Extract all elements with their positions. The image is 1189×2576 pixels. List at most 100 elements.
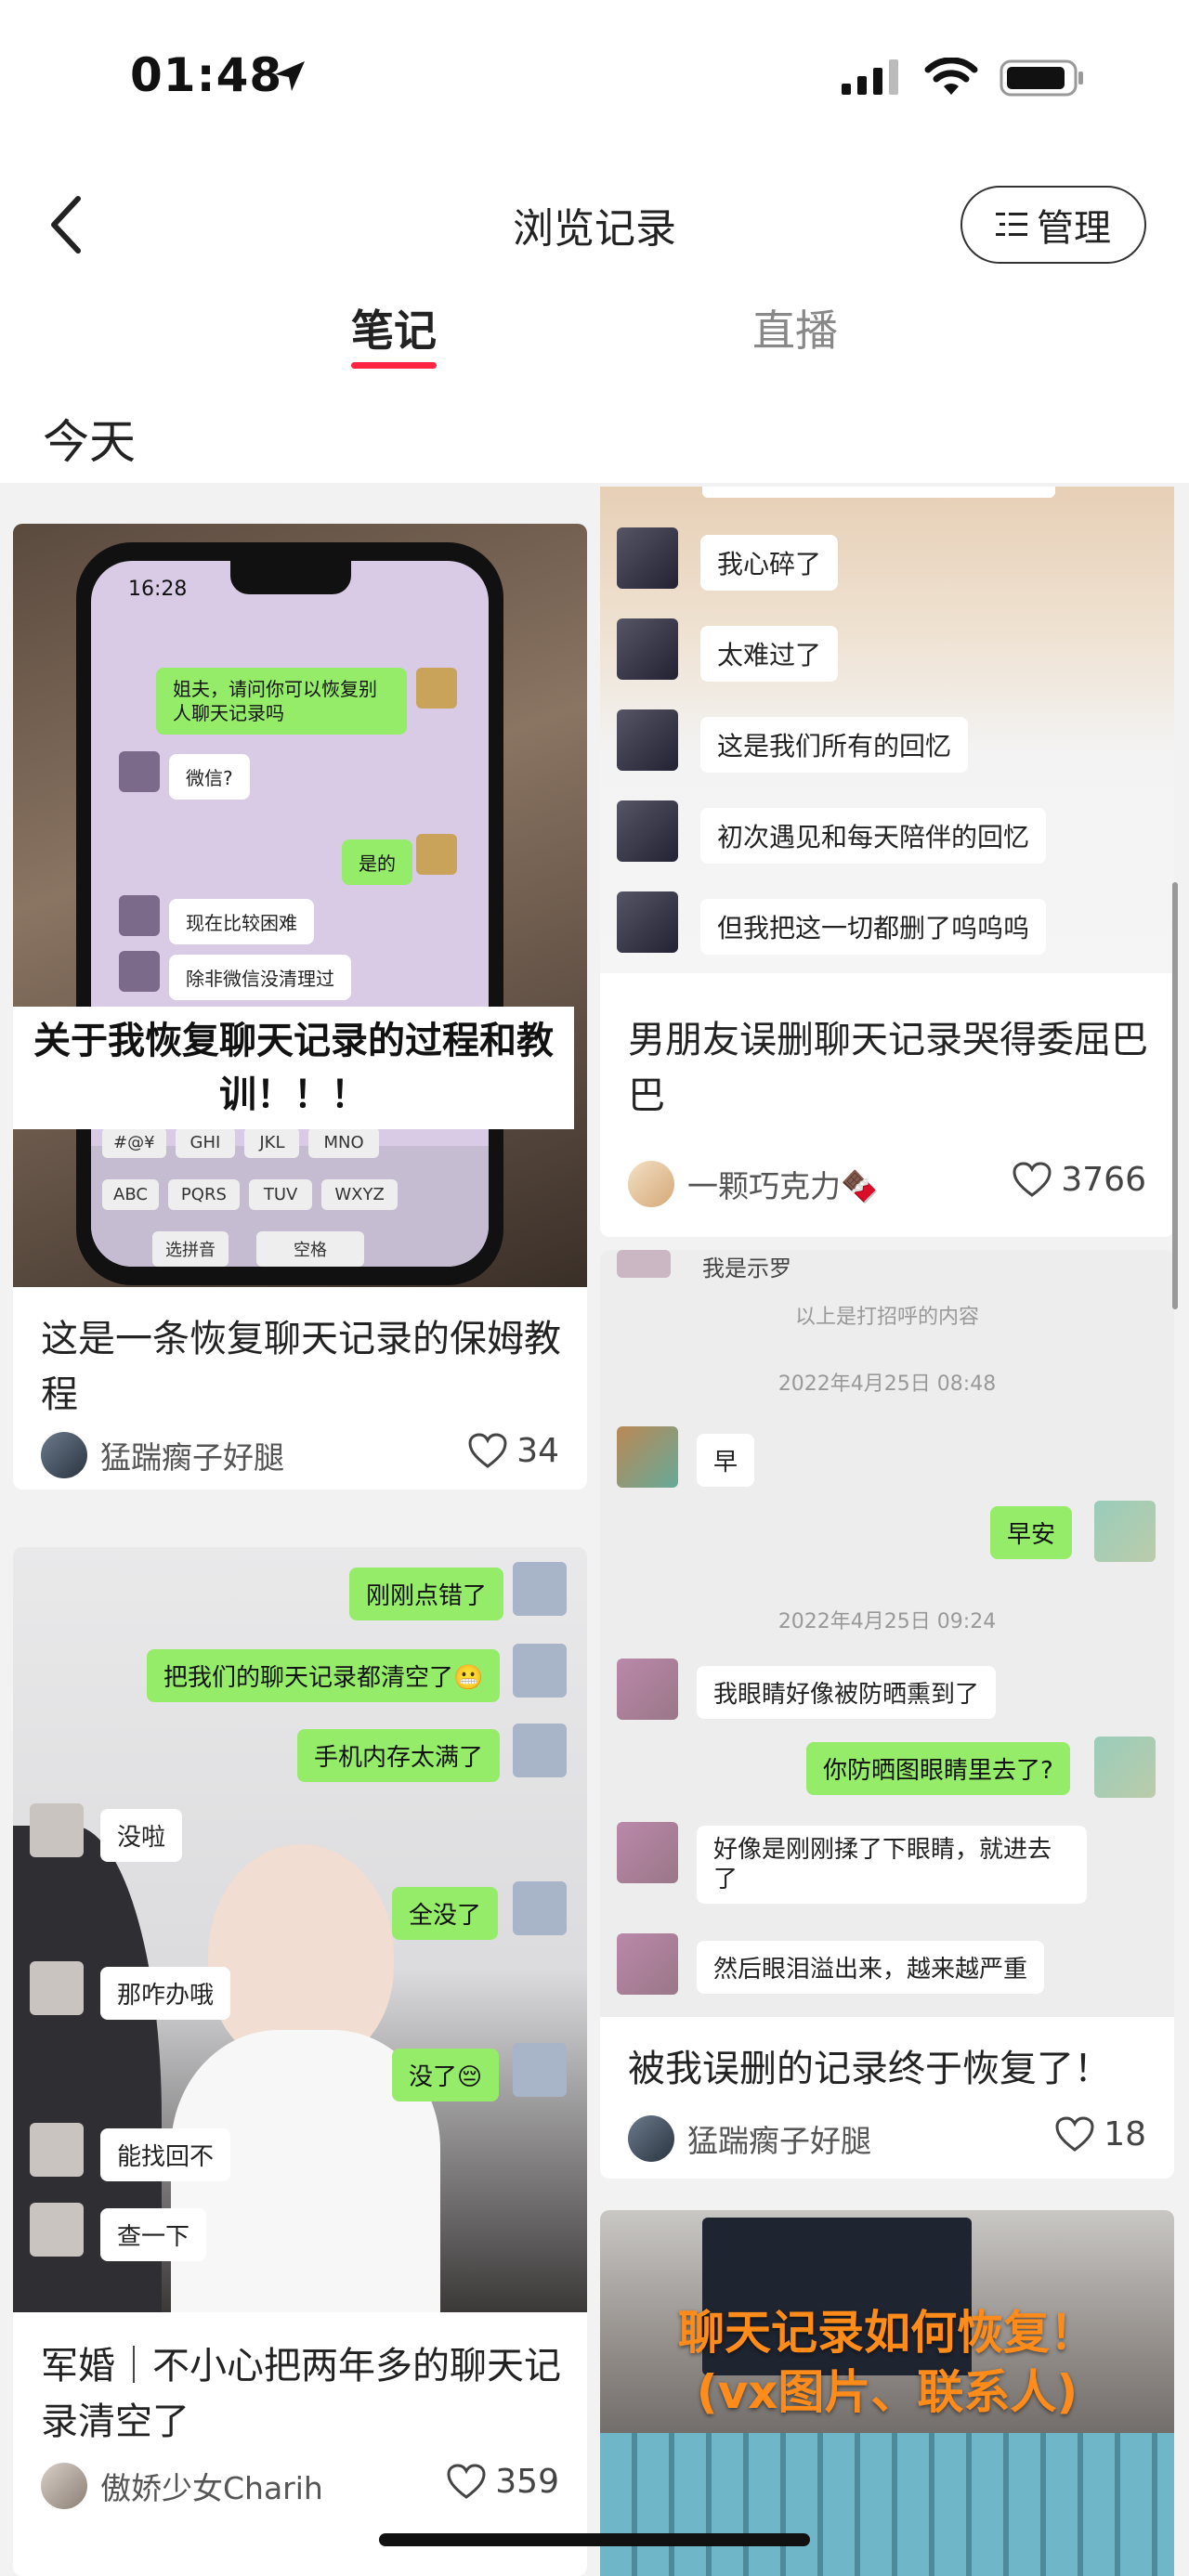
like-count: 18	[1104, 2115, 1146, 2153]
note-title: 被我误删的记录终于恢复了！	[628, 2048, 1111, 2090]
home-indicator[interactable]	[379, 2533, 810, 2546]
note-card[interactable]: 刚刚点错了 把我们的聊天记录都清空了😬 手机内存太满了 没啦 全没了 那咋办哦 …	[13, 1547, 587, 2576]
keyboard-row: ABC PQRS TUV WXYZ	[102, 1179, 474, 1210]
tab-bar: 笔记 直播	[0, 288, 1189, 390]
like-button[interactable]: 359	[447, 2463, 559, 2501]
chat-bubble: 除非微信没清理过	[169, 955, 351, 1000]
note-title: 这是一条恢复聊天记录的保姆教程	[41, 1318, 561, 1416]
like-button[interactable]: 34	[468, 1432, 559, 1470]
chat-bubble: 太难过了	[700, 626, 839, 682]
status-bar: 01:48	[0, 0, 1189, 158]
note-cover-image: 聊天记录如何恢复！ (vx图片、联系人)	[600, 2210, 1174, 2576]
wifi-icon	[924, 58, 978, 95]
avatar	[41, 1432, 87, 1478]
heart-icon	[447, 2463, 486, 2499]
chat-bubble: 刚刚点错了	[349, 1568, 504, 1620]
nav-bar: 浏览记录 管理	[0, 158, 1189, 288]
chat-timestamp: 2022年4月25日 08:48	[777, 1373, 997, 1396]
tab-live[interactable]: 直播	[752, 297, 838, 358]
chat-avatar	[1094, 1737, 1156, 1798]
note-cover-image: 16:28 姐夫，请问你可以恢复别人聊天记录吗 微信? 是的 现在比较困难 除非…	[13, 524, 587, 1287]
chat-bubble: 没啦	[100, 1809, 183, 1862]
chat-bubble: 那咋办哦	[100, 1967, 231, 2020]
note-author[interactable]: 一颗巧克力🍫	[628, 1161, 879, 1207]
keyboard	[600, 2433, 1174, 2576]
heart-icon	[468, 1432, 507, 1468]
list-icon	[996, 213, 1027, 236]
chat-avatar	[617, 527, 678, 589]
chat-bubble: 没了😔	[392, 2049, 500, 2101]
chat-avatar	[617, 891, 678, 953]
avatar	[628, 1161, 674, 1207]
chat-bubble: 早安	[990, 1506, 1073, 1559]
like-button[interactable]: 3766	[1013, 1161, 1146, 1199]
note-cover-image: 刚刚点错了 把我们的聊天记录都清空了😬 手机内存太满了 没啦 全没了 那咋办哦 …	[13, 1547, 587, 2312]
author-name: 猛踹瘸子好腿	[687, 2123, 871, 2159]
chat-bubble: 能找回不	[100, 2128, 231, 2181]
author-name: 猛踹瘸子好腿	[100, 1439, 284, 1476]
chat-bubble: 然后眼泪溢出来，越来越严重	[697, 1941, 1045, 1994]
chat-avatar	[617, 618, 678, 680]
manage-label: 管理	[1037, 207, 1111, 250]
avatar	[628, 2115, 674, 2162]
chat-bubble: 你防晒图眼睛里去了?	[806, 1742, 1070, 1795]
note-card[interactable]: 16:28 姐夫，请问你可以恢复别人聊天记录吗 微信? 是的 现在比较困难 除非…	[13, 524, 587, 1490]
chat-bubble: 全没了	[392, 1887, 499, 1940]
chat-bubble: 好像是刚刚揉了下眼睛，就进去了	[697, 1826, 1087, 1904]
chat-avatar	[617, 1426, 678, 1488]
chat-bubble: 手机内存太满了	[297, 1729, 501, 1782]
chat-bubble: 是的	[342, 839, 412, 885]
cover-caption: 关于我恢复聊天记录的过程和教训！！！	[13, 1007, 574, 1129]
chat-bubble: 我眼睛好像被防晒熏到了	[697, 1666, 997, 1719]
note-author[interactable]: 傲娇少女Charih	[41, 2463, 323, 2509]
chat-bubble: 微信?	[169, 754, 250, 800]
chat-avatar	[617, 1822, 678, 1883]
note-author[interactable]: 猛踹瘸子好腿	[628, 2115, 871, 2162]
chat-notice: 以上是打招呼的内容	[794, 1306, 979, 1329]
chat-bubble: 把我们的聊天记录都清空了😬	[147, 1649, 501, 1702]
status-time: 01:48	[130, 48, 283, 102]
like-count: 359	[495, 2463, 559, 2501]
note-card[interactable]: 我心碎了 太难过了 这是我们所有的回忆 初次遇见和每天陪伴的回忆 但我把这一切都…	[600, 487, 1174, 1237]
note-cover-image: 我是示罗 以上是打招呼的内容 2022年4月25日 08:48 早 早安 202…	[600, 1250, 1174, 2017]
date-section-header: 今天	[0, 390, 1189, 483]
manage-button[interactable]: 管理	[960, 186, 1146, 264]
phone-time: 16:28	[128, 578, 188, 601]
note-title: 男朋友误删聊天记录哭得委屈巴巴	[628, 1019, 1148, 1117]
author-name: 一颗巧克力🍫	[687, 1168, 880, 1204]
note-cover-image: 我心碎了 太难过了 这是我们所有的回忆 初次遇见和每天陪伴的回忆 但我把这一切都…	[600, 487, 1174, 973]
cover-headline: 聊天记录如何恢复！ (vx图片、联系人)	[678, 2306, 1096, 2419]
author-name: 傲娇少女Charih	[100, 2470, 323, 2506]
chat-bubble: 查一下	[100, 2208, 207, 2261]
chat-bubble: 姐夫，请问你可以恢复别人聊天记录吗	[156, 668, 407, 735]
active-tab-indicator	[351, 362, 437, 369]
keyboard-row: #@¥ GHI JKL MNO	[102, 1127, 474, 1158]
keyboard-row: 选拼音 空格	[152, 1231, 468, 1267]
scrollbar[interactable]	[1172, 882, 1178, 1309]
chat-avatar	[1094, 1501, 1156, 1562]
chat-text: 我是示罗	[702, 1255, 791, 1281]
chat-avatar	[617, 1933, 678, 1995]
like-button[interactable]: 18	[1055, 2115, 1146, 2153]
section-label: 今天	[43, 415, 136, 469]
cellular-signal-icon	[842, 59, 898, 95]
chat-avatar	[617, 1659, 678, 1720]
avatar	[41, 2463, 87, 2509]
like-count: 3766	[1061, 1161, 1146, 1199]
chat-bubble: 但我把这一切都删了呜呜呜	[700, 899, 1047, 955]
heart-icon	[1055, 2115, 1094, 2152]
tab-notes[interactable]: 笔记	[351, 297, 437, 358]
note-card[interactable]: 我是示罗 以上是打招呼的内容 2022年4月25日 08:48 早 早安 202…	[600, 1250, 1174, 2179]
note-card[interactable]: 聊天记录如何恢复！ (vx图片、联系人)	[600, 2210, 1174, 2576]
battery-icon	[1000, 59, 1083, 97]
chat-avatar	[617, 709, 678, 771]
chat-bubble: 早	[697, 1434, 755, 1487]
note-title: 军婚｜不小心把两年多的聊天记录清空了	[41, 2345, 561, 2443]
note-author[interactable]: 猛踹瘸子好腿	[41, 1432, 284, 1478]
chat-bubble: 现在比较困难	[169, 899, 314, 944]
chat-bubble: 我心碎了	[700, 535, 839, 591]
location-arrow-icon	[275, 61, 305, 91]
heart-icon	[1013, 1161, 1052, 1197]
chat-bubble: 这是我们所有的回忆	[700, 717, 969, 773]
like-count: 34	[516, 1432, 559, 1470]
